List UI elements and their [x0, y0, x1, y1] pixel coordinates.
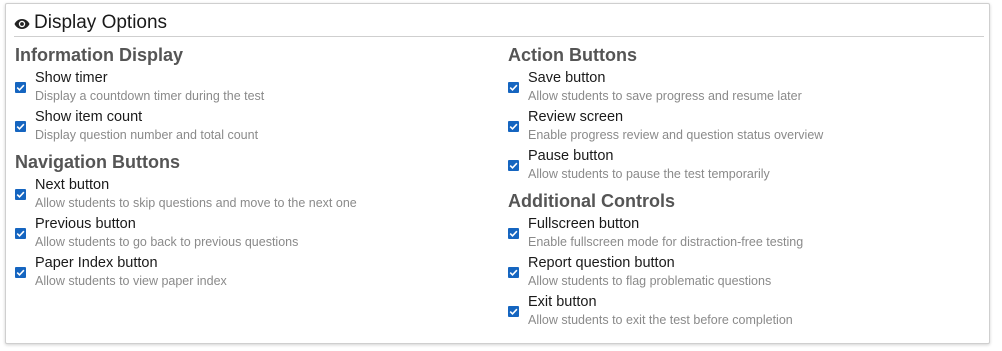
save-button-checkbox[interactable] [508, 82, 519, 93]
option-description: Allow students to flag problematic quest… [528, 274, 772, 288]
option-label: Review screen [528, 109, 624, 125]
right-column: Action Buttons Save button Allow student… [508, 43, 978, 332]
checkmark-icon [509, 308, 518, 316]
panel-title: Display Options [34, 12, 168, 33]
show-item-count-checkbox[interactable] [15, 121, 26, 132]
option-description: Allow students to skip questions and mov… [35, 196, 357, 210]
option-paper-index-button[interactable]: Paper Index button Allow students to vie… [15, 254, 495, 293]
section-title-additional-controls: Additional Controls [508, 191, 675, 211]
checkmark-icon [16, 123, 25, 131]
section-title-information-display: Information Display [15, 45, 184, 65]
option-show-item-count[interactable]: Show item count Display question number … [15, 108, 495, 147]
option-label: Report question button [528, 255, 675, 271]
option-exit-button[interactable]: Exit button Allow students to exit the t… [508, 293, 978, 332]
option-description: Allow students to view paper index [35, 274, 227, 288]
option-next-button[interactable]: Next button Allow students to skip quest… [15, 176, 495, 215]
option-label: Paper Index button [35, 255, 158, 271]
checkmark-icon [509, 230, 518, 238]
checkmark-icon [509, 123, 518, 131]
previous-button-checkbox[interactable] [15, 228, 26, 239]
pause-button-checkbox[interactable] [508, 160, 519, 171]
checkmark-icon [16, 230, 25, 238]
option-review-screen[interactable]: Review screen Enable progress review and… [508, 108, 978, 147]
option-label: Next button [35, 177, 110, 193]
paper-index-button-checkbox[interactable] [15, 267, 26, 278]
show-timer-checkbox[interactable] [15, 82, 26, 93]
exit-button-checkbox[interactable] [508, 306, 519, 317]
option-pause-button[interactable]: Pause button Allow students to pause the… [508, 147, 978, 186]
option-label: Exit button [528, 294, 597, 310]
checkmark-icon [509, 162, 518, 170]
option-description: Allow students to go back to previous qu… [35, 235, 299, 249]
option-label: Show timer [35, 70, 108, 86]
review-screen-checkbox[interactable] [508, 121, 519, 132]
checkmark-icon [509, 84, 518, 92]
checkmark-icon [16, 269, 25, 277]
eye-icon [14, 19, 30, 29]
checkmark-icon [16, 191, 25, 199]
section-title-navigation-buttons: Navigation Buttons [15, 152, 180, 172]
option-label: Show item count [35, 109, 143, 125]
option-label: Save button [528, 70, 606, 86]
section-title-action-buttons: Action Buttons [508, 45, 637, 65]
option-label: Pause button [528, 148, 614, 164]
option-description: Enable fullscreen mode for distraction-f… [528, 235, 804, 249]
option-previous-button[interactable]: Previous button Allow students to go bac… [15, 215, 495, 254]
option-description: Allow students to save progress and resu… [528, 89, 802, 103]
display-options-panel: Display Options Information Display Show… [5, 3, 990, 344]
report-question-button-checkbox[interactable] [508, 267, 519, 278]
checkmark-icon [509, 269, 518, 277]
panel-header: Display Options [14, 10, 984, 37]
option-fullscreen-button[interactable]: Fullscreen button Enable fullscreen mode… [508, 215, 978, 254]
option-description: Allow students to exit the test before c… [528, 313, 793, 327]
option-description: Allow students to pause the test tempora… [528, 167, 770, 181]
option-save-button[interactable]: Save button Allow students to save progr… [508, 69, 978, 108]
option-description: Display a countdown timer during the tes… [35, 89, 265, 103]
left-column: Information Display Show timer Display a… [15, 43, 495, 293]
option-label: Fullscreen button [528, 216, 640, 232]
option-report-question-button[interactable]: Report question button Allow students to… [508, 254, 978, 293]
option-description: Enable progress review and question stat… [528, 128, 824, 142]
option-description: Display question number and total count [35, 128, 259, 142]
checkmark-icon [16, 84, 25, 92]
fullscreen-button-checkbox[interactable] [508, 228, 519, 239]
next-button-checkbox[interactable] [15, 189, 26, 200]
option-label: Previous button [35, 216, 136, 232]
option-show-timer[interactable]: Show timer Display a countdown timer dur… [15, 69, 495, 108]
